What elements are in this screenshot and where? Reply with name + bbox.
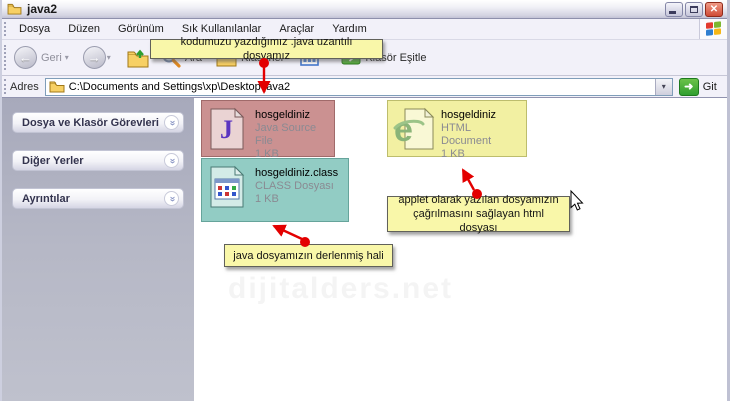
forward-dropdown-icon[interactable]: ▾ — [107, 53, 111, 62]
file-name: hosgeldiniz.class — [255, 167, 339, 179]
file-html[interactable]: e hosgeldiniz HTML Document 1 KB — [387, 100, 527, 160]
chevron-double-icon: » — [166, 195, 178, 202]
back-dropdown-icon[interactable]: ▾ — [65, 53, 69, 62]
window-title: java2 — [27, 2, 58, 16]
file-size: 1 KB — [255, 193, 279, 205]
folder-up-icon — [127, 49, 149, 67]
up-button[interactable] — [127, 48, 149, 68]
address-path: C:\Documents and Settings\xp\Desktop\jav… — [68, 80, 291, 93]
java-file-icon: J — [210, 107, 245, 150]
windows-logo-box — [699, 19, 727, 39]
address-input[interactable]: C:\Documents and Settings\xp\Desktop\jav… — [44, 77, 673, 96]
minimize-button[interactable] — [665, 2, 683, 17]
explorer-window: java2 ✕ Dosya Düzen Görünüm Sık Kullanıl… — [0, 0, 730, 401]
panel-label: Ayrıntılar — [22, 192, 70, 205]
file-java-source[interactable]: J hosgeldiniz Java Source File 1 KB — [201, 100, 335, 160]
address-dropdown-button[interactable]: ▾ — [654, 78, 672, 95]
file-size: 1 KB — [441, 148, 465, 160]
back-label: Geri — [41, 51, 62, 64]
address-bar: Adres C:\Documents and Settings\xp\Deskt… — [2, 76, 727, 98]
task-pane: Dosya ve Klasör Görevleri » Diğer Yerler… — [2, 98, 194, 401]
file-type: HTML Document — [441, 122, 492, 147]
chevron-double-icon: » — [166, 157, 178, 164]
chevron-down-icon: ▾ — [661, 82, 666, 91]
rebar-grip[interactable] — [4, 22, 7, 36]
panel-label: Diğer Yerler — [22, 154, 84, 167]
class-file-icon — [210, 165, 245, 208]
back-button[interactable]: ← Geri ▾ — [14, 46, 75, 69]
rebar-grip[interactable] — [4, 45, 7, 70]
watermark: dijitalders.net — [228, 272, 454, 305]
svg-text:e: e — [394, 111, 413, 149]
minimize-icon — [669, 11, 676, 14]
go-button[interactable]: ➜ — [678, 77, 699, 96]
panel-label: Dosya ve Klasör Görevleri — [22, 116, 159, 129]
annotation-class-file: java dosyamızın derlenmiş hali — [224, 244, 393, 267]
forward-button[interactable]: → ▾ — [82, 46, 117, 69]
annotation-html-file: applet olarak yazılan dosyamızın çağrılm… — [387, 194, 570, 234]
folder-icon — [49, 81, 65, 93]
maximize-button[interactable] — [685, 2, 703, 17]
file-type: CLASS Dosyası — [255, 180, 334, 192]
address-label: Adres — [10, 80, 39, 93]
close-button[interactable]: ✕ — [705, 2, 723, 17]
panel-details[interactable]: Ayrıntılar » — [12, 188, 184, 209]
forward-icon: → — [82, 46, 106, 69]
file-class[interactable]: hosgeldiniz.class CLASS Dosyası 1 KB — [201, 158, 349, 222]
close-icon: ✕ — [709, 4, 719, 15]
back-icon: ← — [14, 46, 37, 69]
html-file-icon: e — [393, 107, 435, 150]
file-type: Java Source File — [255, 122, 317, 147]
annotation-java-file: kodumuzu yazdığımız .java uzantılı dosya… — [150, 36, 383, 62]
collapse-button[interactable]: » — [164, 115, 179, 130]
menu-dosya[interactable]: Dosya — [10, 20, 59, 38]
svg-text:J: J — [220, 115, 233, 144]
folder-icon — [7, 3, 22, 15]
rebar-grip[interactable] — [4, 79, 7, 94]
title-bar: java2 ✕ — [2, 0, 727, 19]
file-name: hosgeldiniz — [441, 109, 497, 121]
menu-duzen[interactable]: Düzen — [59, 20, 109, 38]
panel-other-places[interactable]: Diğer Yerler » — [12, 150, 184, 171]
collapse-button[interactable]: » — [164, 153, 179, 168]
windows-logo-icon — [705, 20, 722, 38]
go-arrow-icon: ➜ — [684, 81, 694, 93]
file-name: hosgeldiniz — [255, 109, 311, 121]
panel-file-folder-tasks[interactable]: Dosya ve Klasör Görevleri » — [12, 112, 184, 133]
chevron-double-icon: » — [166, 119, 178, 126]
maximize-icon — [690, 6, 698, 13]
go-label: Git — [702, 80, 717, 93]
collapse-button[interactable]: » — [164, 191, 179, 206]
